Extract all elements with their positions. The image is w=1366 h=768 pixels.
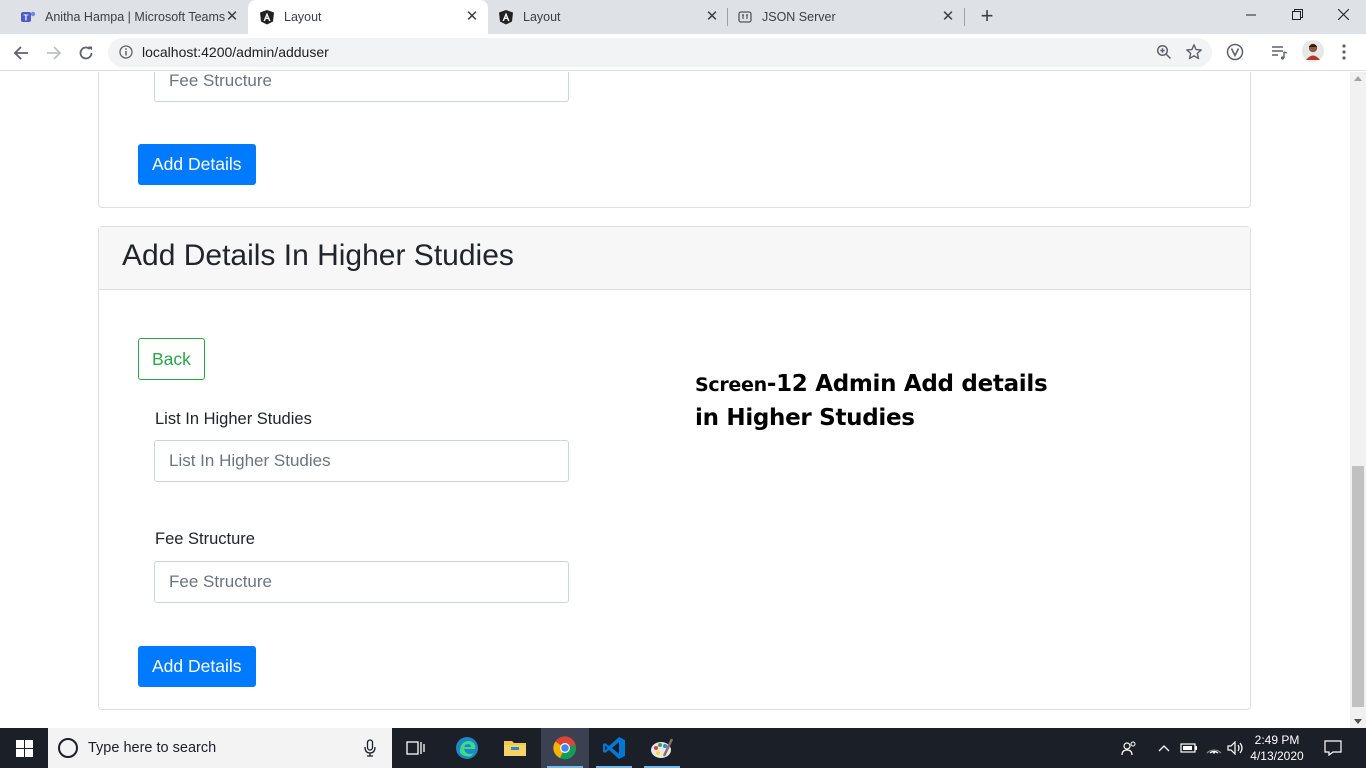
close-tab-icon[interactable]: ✕	[704, 9, 720, 25]
tab-teams[interactable]: T Anitha Hampa | Microsoft Teams ✕	[8, 0, 248, 34]
restore-button[interactable]	[1274, 0, 1320, 30]
address-bar[interactable]: localhost:4200/admin/adduser	[108, 38, 1212, 67]
back-icon[interactable]	[9, 41, 33, 65]
fee-structure-label: Fee Structure	[155, 530, 255, 548]
tab-separator	[964, 8, 965, 26]
fee-structure-input[interactable]	[154, 72, 569, 102]
close-window-button[interactable]	[1320, 0, 1366, 30]
profile-avatar[interactable]	[1302, 40, 1324, 62]
windows-taskbar: Type here to search 2:49 PM 4/13/2020	[0, 728, 1366, 768]
annotation-line1: -12 Admin Add details	[766, 371, 1048, 397]
vpn-extension-icon[interactable]	[1225, 42, 1245, 62]
add-details-button[interactable]: Add Details	[138, 646, 256, 687]
show-hidden-icons-icon[interactable]	[1155, 728, 1173, 768]
angular-icon	[259, 9, 275, 25]
windows-logo-icon	[15, 739, 33, 757]
task-view-icon[interactable]	[392, 728, 440, 768]
svg-text:T: T	[24, 14, 29, 23]
tab-title: Anitha Hampa | Microsoft Teams	[45, 10, 226, 24]
close-tab-icon[interactable]: ✕	[940, 9, 956, 25]
clock-time: 2:49 PM	[1254, 733, 1300, 747]
scroll-down-arrow-icon[interactable]	[1354, 719, 1362, 724]
site-info-icon[interactable]	[119, 45, 133, 64]
list-higher-studies-label: List In Higher Studies	[155, 410, 312, 428]
paint-icon[interactable]	[638, 728, 686, 768]
new-tab-button[interactable]: +	[976, 5, 998, 28]
tab-title: Layout	[523, 10, 561, 24]
people-icon[interactable]	[1118, 728, 1140, 768]
start-button[interactable]	[0, 728, 48, 768]
edge-icon[interactable]	[443, 728, 491, 768]
list-higher-studies-input[interactable]	[154, 440, 569, 482]
teams-icon: T	[20, 9, 36, 25]
taskbar-search-box[interactable]: Type here to search	[48, 728, 392, 768]
tab-layout[interactable]: Layout ✕	[488, 0, 728, 34]
media-control-icon[interactable]	[1269, 42, 1289, 62]
vscode-icon[interactable]	[590, 728, 638, 768]
close-tab-icon[interactable]: ✕	[224, 9, 240, 25]
back-button[interactable]: Back	[138, 338, 205, 380]
volume-icon[interactable]	[1226, 728, 1246, 768]
url-text: localhost:4200/admin/adduser	[142, 44, 329, 60]
scrollbar-thumb[interactable]	[1352, 466, 1364, 707]
card-header-title: Add Details In Higher Studies	[99, 227, 1250, 290]
zoom-icon[interactable]	[1156, 44, 1172, 65]
tab-title: Layout	[284, 10, 322, 24]
forward-icon[interactable]	[42, 41, 66, 65]
higher-studies-card: Add Details In Higher Studies Back List …	[98, 226, 1251, 710]
json-server-icon	[737, 9, 753, 25]
browser-tab-strip: T Anitha Hampa | Microsoft Teams ✕ Layou…	[0, 0, 1366, 34]
tab-json-server[interactable]: JSON Server ✕	[728, 0, 964, 34]
reload-icon[interactable]	[74, 41, 98, 65]
annotation-line2: in Higher Studies	[695, 405, 915, 431]
annotation-prefix: Screen	[695, 374, 767, 396]
file-explorer-icon[interactable]	[491, 728, 539, 768]
notifications-icon[interactable]	[1320, 728, 1346, 768]
microphone-icon[interactable]	[364, 739, 376, 762]
add-details-button[interactable]: Add Details	[138, 144, 256, 185]
search-placeholder: Type here to search	[88, 740, 217, 756]
fee-structure-input[interactable]	[154, 561, 569, 603]
chrome-icon[interactable]	[541, 728, 589, 768]
cortana-icon	[58, 738, 78, 758]
wifi-icon[interactable]	[1204, 728, 1224, 768]
scroll-up-arrow-icon[interactable]	[1354, 76, 1362, 81]
previous-form-card: Add Details	[98, 72, 1251, 208]
minimize-button[interactable]	[1228, 0, 1274, 30]
battery-icon[interactable]	[1179, 728, 1199, 768]
angular-icon	[498, 9, 514, 25]
tab-layout-active[interactable]: Layout ✕	[248, 0, 488, 34]
screen-annotation-caption: Screen-12 Admin Add details in Higher St…	[695, 368, 1055, 435]
page-viewport: Add Details Add Details In Higher Studie…	[0, 72, 1350, 728]
clock-date: 4/13/2020	[1250, 749, 1304, 763]
tab-title: JSON Server	[762, 10, 836, 24]
system-clock[interactable]: 2:49 PM 4/13/2020	[1246, 732, 1308, 764]
bookmark-star-icon[interactable]	[1185, 43, 1203, 66]
close-tab-icon[interactable]: ✕	[464, 9, 480, 25]
browser-toolbar: localhost:4200/admin/adduser	[0, 34, 1366, 71]
menu-icon[interactable]	[1334, 42, 1354, 62]
page-scrollbar[interactable]	[1350, 72, 1366, 728]
